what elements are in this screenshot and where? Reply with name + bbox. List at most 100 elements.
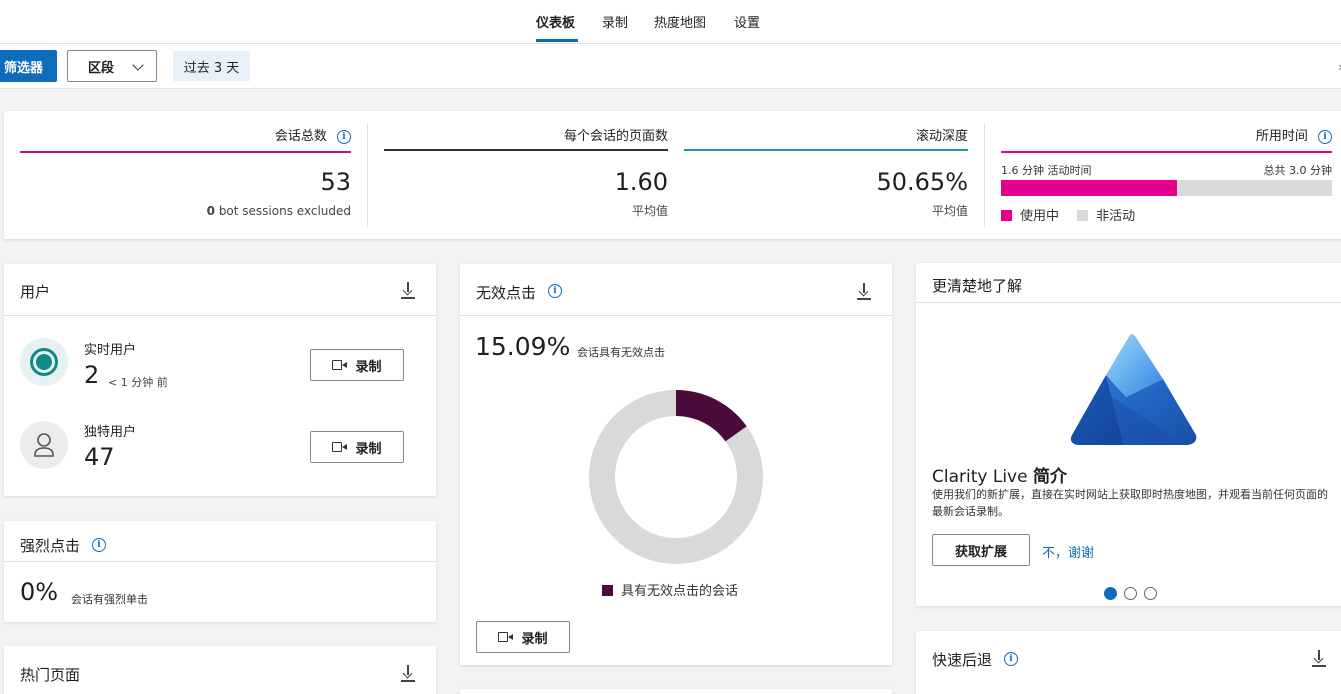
unique-users-label: 独特用户 <box>84 425 137 440</box>
filters-button[interactable]: 筛选器 <box>0 50 57 82</box>
rage-clicks-header: 强烈点击 i <box>4 521 436 562</box>
legend-inactive-label: 非活动 <box>1096 209 1136 224</box>
date-range-chip[interactable]: 过去 3 天 <box>173 51 250 81</box>
unique-users-value: 47 <box>84 443 115 471</box>
record-label: 录制 <box>355 441 382 457</box>
person-icon <box>20 421 68 469</box>
get-extension-button[interactable]: 获取扩展 <box>932 534 1030 566</box>
quick-backs-title: 快速后退 <box>932 651 993 669</box>
time-accent-line <box>1001 151 1332 153</box>
segment-dropdown[interactable]: 区段 <box>67 50 157 82</box>
users-card-header: 用户 <box>4 264 436 316</box>
scroll-accent-line <box>684 149 968 151</box>
top-nav: 仪表板 录制 热度地图 设置 <box>0 0 1341 44</box>
tab-heatmaps[interactable]: 热度地图 <box>654 12 706 31</box>
live-users-label: 实时用户 <box>84 343 137 358</box>
active-tab-indicator <box>536 39 578 42</box>
video-camera-icon <box>332 442 348 452</box>
info-icon[interactable]: i <box>1004 652 1018 666</box>
legend-active-label: 使用中 <box>1020 209 1060 224</box>
summary-stats-card: 会话总数 i 53 0 bot sessions excluded 每个会话的页… <box>4 111 1341 239</box>
live-users-note: < 1 分钟 前 <box>108 376 168 389</box>
sessions-value: 53 <box>320 168 351 196</box>
active-time-text: 1.6 分钟 活动时间 <box>1001 164 1092 177</box>
sessions-label: 会话总数 <box>274 129 327 144</box>
pages-per-session-sub: 平均值 <box>631 204 668 218</box>
download-icon[interactable] <box>857 283 871 300</box>
time-spent-label: 所用时间 <box>1255 129 1308 144</box>
promo-body: 使用我们的新扩展，直接在实时网站上获取即时热度地图，并观看当前任何页面的最新会话… <box>932 488 1328 518</box>
download-icon[interactable] <box>401 665 415 682</box>
scroll-depth-sub: 平均值 <box>931 204 968 218</box>
pages-per-session-label: 每个会话的页面数 <box>563 129 668 144</box>
scroll-depth-value: 50.65% <box>876 168 968 196</box>
dead-clicks-desc: 会话具有无效点击 <box>577 346 665 359</box>
rage-clicks-desc: 会话有强烈单击 <box>71 593 148 606</box>
live-users-icon <box>20 338 68 386</box>
popular-pages-card: 热门页面 <box>4 646 436 694</box>
divider <box>984 123 985 227</box>
legend-active-swatch <box>1001 210 1012 221</box>
dead-clicks-card: 无效点击 i 15.09% 会话具有无效点击 具有无效点击的会话 录制 <box>460 264 892 665</box>
no-thanks-link[interactable]: 不，谢谢 <box>1042 542 1094 561</box>
rage-clicks-title: 强烈点击 <box>20 537 81 555</box>
carousel-dots <box>1104 585 1164 604</box>
users-title: 用户 <box>20 283 51 301</box>
active-time-fill <box>1001 180 1178 196</box>
dead-clicks-donut-chart <box>589 390 763 564</box>
dead-clicks-header: 无效点击 i <box>460 264 892 316</box>
download-icon[interactable] <box>1312 650 1326 667</box>
scroll-depth-label: 滚动深度 <box>915 129 968 144</box>
sessions-label-row: 会话总数 i <box>20 125 351 144</box>
unique-users-record-button[interactable]: 录制 <box>310 431 404 463</box>
donut-legend-label: 具有无效点击的会话 <box>621 584 739 599</box>
time-spent-bar <box>1001 180 1332 196</box>
dead-clicks-record-button[interactable]: 录制 <box>476 621 570 653</box>
pages-accent-line <box>384 149 668 151</box>
tab-dashboard[interactable]: 仪表板 <box>536 12 575 31</box>
record-label: 录制 <box>521 631 548 647</box>
legend-inactive-swatch <box>1077 210 1089 221</box>
filter-bar: 筛选器 区段 过去 3 天 › <box>0 44 1341 89</box>
download-icon[interactable] <box>401 282 415 299</box>
quick-backs-card: 快速后退 i <box>916 631 1341 694</box>
rage-clicks-value: 0% <box>20 578 59 606</box>
divider <box>367 123 368 227</box>
users-card: 用户 实时用户 2 < 1 分钟 前 录制 独特用户 47 录制 <box>4 264 436 496</box>
info-icon[interactable]: i <box>548 284 562 298</box>
dead-clicks-title: 无效点击 <box>476 284 537 302</box>
promo-title: 更清楚地了解 <box>932 277 1023 295</box>
promo-header: 更清楚地了解 <box>916 263 1341 303</box>
record-label: 录制 <box>355 359 382 375</box>
promo-headline: Clarity Live 简介 <box>932 462 1067 487</box>
carousel-dot[interactable] <box>1104 587 1117 600</box>
legend-swatch <box>602 585 613 596</box>
dead-clicks-value: 15.09% <box>475 332 571 361</box>
donut-dead-clicks-arc <box>675 390 747 442</box>
popular-pages-title: 热门页面 <box>20 666 81 684</box>
bot-sessions-note: 0 bot sessions excluded <box>20 204 351 218</box>
donut-legend: 具有无效点击的会话 <box>602 580 738 599</box>
rage-clicks-card: 强烈点击 i 0% 会话有强烈单击 <box>4 521 436 622</box>
tab-settings[interactable]: 设置 <box>734 12 760 31</box>
carousel-dot[interactable] <box>1144 587 1157 600</box>
pages-per-session-value: 1.60 <box>614 168 668 196</box>
carousel-dot[interactable] <box>1124 587 1137 600</box>
info-icon[interactable]: i <box>337 129 351 144</box>
info-icon[interactable]: i <box>1318 129 1332 144</box>
sessions-accent-line <box>20 151 351 153</box>
clarity-live-promo-card: 更清楚地了解 Clarity Live 简介 使用我们的新扩展，直接在实时网站上… <box>916 263 1341 606</box>
promo-headline-brand: Clarity Live <box>932 467 1033 487</box>
bot-text: bot sessions excluded <box>218 204 351 218</box>
bot-count: 0 <box>206 204 215 218</box>
promo-headline-intro: 简介 <box>1032 467 1067 487</box>
time-spent-label-row: 所用时间 i <box>1001 125 1332 144</box>
tab-recordings[interactable]: 录制 <box>602 12 628 31</box>
time-legend: 使用中 非活动 <box>1001 205 1135 224</box>
info-icon[interactable]: i <box>92 538 106 552</box>
live-users-record-button[interactable]: 录制 <box>310 349 404 381</box>
video-camera-icon <box>332 360 348 370</box>
video-camera-icon <box>498 632 514 642</box>
next-card-stub <box>460 689 892 694</box>
total-time-text: 总共 3.0 分钟 <box>1263 164 1333 177</box>
